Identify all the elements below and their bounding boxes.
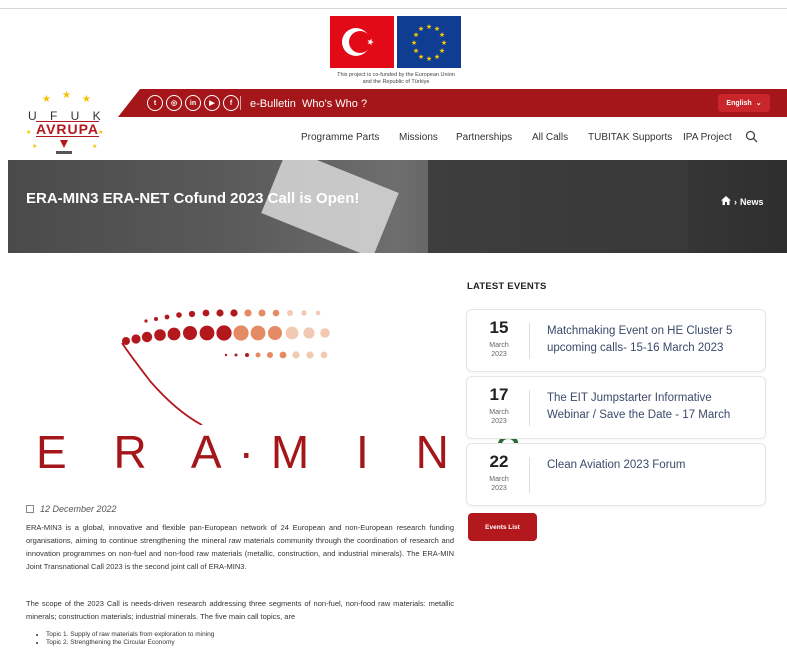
event-month: March bbox=[489, 342, 509, 349]
svg-text:★: ★ bbox=[413, 47, 419, 55]
event-day: 15 bbox=[489, 318, 509, 337]
svg-text:★: ★ bbox=[426, 23, 432, 31]
era-min3-wordmark: E R A·M I N 3 bbox=[36, 425, 538, 479]
facebook-icon[interactable]: f bbox=[223, 95, 239, 111]
svg-text:★: ★ bbox=[82, 94, 91, 105]
language-selector[interactable]: English ⌄ bbox=[718, 94, 770, 112]
search-icon[interactable] bbox=[745, 130, 759, 144]
event-title[interactable]: Matchmaking Event on HE Cluster 5 upcomi… bbox=[547, 323, 752, 357]
ebulletin-link[interactable]: e-Bulletin bbox=[250, 98, 296, 110]
nav-programme-parts[interactable]: Programme Parts bbox=[301, 132, 379, 143]
event-card[interactable]: 22 March 2023 Clean Aviation 2023 Forum bbox=[466, 443, 766, 506]
event-divider bbox=[529, 457, 530, 493]
topics-list: Topic 1. Supply of raw materials from ex… bbox=[38, 631, 214, 647]
ufuk-avrupa-logo[interactable]: ★ ★ ★ ★ ★ ★ ★ U F U K AVRUPA bbox=[14, 88, 114, 160]
svg-text:★: ★ bbox=[426, 55, 432, 63]
svg-text:★: ★ bbox=[439, 31, 445, 39]
article-date: 12 December 2022 bbox=[26, 504, 117, 514]
event-card[interactable]: 17 March 2023 The EIT Jumpstarter Inform… bbox=[466, 376, 766, 439]
language-label: English bbox=[726, 99, 752, 107]
youtube-icon[interactable]: ▶ bbox=[204, 95, 220, 111]
breadcrumb-current[interactable]: News bbox=[740, 197, 764, 207]
event-day: 22 bbox=[489, 452, 509, 471]
page-title: ERA-MIN3 ERA-NET Cofund 2023 Call is Ope… bbox=[26, 190, 360, 207]
linkedin-icon[interactable]: in bbox=[185, 95, 201, 111]
event-year: 2023 bbox=[491, 351, 507, 358]
nav-all-calls[interactable]: All Calls bbox=[532, 132, 568, 143]
svg-text:★: ★ bbox=[62, 90, 71, 101]
cofund-line-1: This project is co-funded by the Europea… bbox=[337, 72, 455, 78]
nav-ipa-project[interactable]: IPA Project bbox=[683, 132, 732, 143]
hero-photo-suit bbox=[428, 160, 688, 253]
partner-flags: ★ ★ ★ ★ ★ ★ ★ ★ ★ ★ ★ ★ bbox=[330, 14, 462, 70]
svg-text:★: ★ bbox=[434, 53, 440, 61]
eu-flag-icon: ★ ★ ★ ★ ★ ★ ★ ★ ★ ★ ★ ★ bbox=[397, 16, 461, 68]
event-year: 2023 bbox=[491, 485, 507, 492]
instagram-icon[interactable]: ◎ bbox=[166, 95, 182, 111]
event-month: March bbox=[489, 476, 509, 483]
svg-text:★: ★ bbox=[411, 39, 417, 47]
social-links: t ◎ in ▶ f bbox=[147, 95, 239, 111]
breadcrumb: › News bbox=[721, 196, 764, 207]
event-day: 17 bbox=[489, 385, 509, 404]
list-item: Topic 2. Strengthening the Circular Econ… bbox=[46, 639, 214, 647]
turkey-flag-icon bbox=[330, 16, 394, 68]
main-nav: Programme Parts Missions Partnerships Al… bbox=[0, 132, 787, 146]
event-divider bbox=[529, 390, 530, 426]
event-year: 2023 bbox=[491, 418, 507, 425]
twitter-icon[interactable]: t bbox=[147, 95, 163, 111]
latest-events-heading: LATEST EVENTS bbox=[467, 281, 547, 292]
article-paragraph-1: ERA-MIN3 is a global, innovative and fle… bbox=[26, 523, 454, 571]
event-card[interactable]: 15 March 2023 Matchmaking Event on HE Cl… bbox=[466, 309, 766, 372]
svg-text:★: ★ bbox=[42, 94, 51, 105]
event-title[interactable]: Clean Aviation 2023 Forum bbox=[547, 457, 752, 474]
top-divider bbox=[0, 8, 787, 9]
chevron-down-icon: ⌄ bbox=[755, 100, 762, 107]
events-list-button[interactable]: Events List bbox=[468, 513, 537, 541]
utility-divider bbox=[240, 96, 241, 110]
whos-who-link[interactable]: Who's Who ? bbox=[302, 98, 367, 110]
article-date-text: 12 December 2022 bbox=[40, 504, 117, 514]
era-min-text: E R A·M I N bbox=[36, 426, 496, 478]
home-icon[interactable] bbox=[721, 196, 731, 207]
article-paragraph-2: The scope of the 2023 Call is needs-driv… bbox=[26, 599, 454, 621]
nav-missions[interactable]: Missions bbox=[399, 132, 438, 143]
svg-text:★: ★ bbox=[441, 39, 447, 47]
list-item: Topic 1. Supply of raw materials from ex… bbox=[46, 631, 214, 639]
breadcrumb-separator: › bbox=[734, 196, 737, 207]
calendar-icon bbox=[26, 505, 34, 513]
nav-partnerships[interactable]: Partnerships bbox=[456, 132, 512, 143]
svg-text:★: ★ bbox=[418, 25, 424, 33]
cofund-line-2: and the Republic of Türkiye bbox=[362, 79, 430, 85]
nav-tubitak-supports[interactable]: TUBITAK Supports bbox=[588, 132, 672, 143]
event-month: March bbox=[489, 409, 509, 416]
cofund-notice: This project is co-funded by the Europea… bbox=[300, 72, 492, 86]
event-divider bbox=[529, 323, 530, 359]
event-title[interactable]: The EIT Jumpstarter Informative Webinar … bbox=[547, 390, 752, 424]
